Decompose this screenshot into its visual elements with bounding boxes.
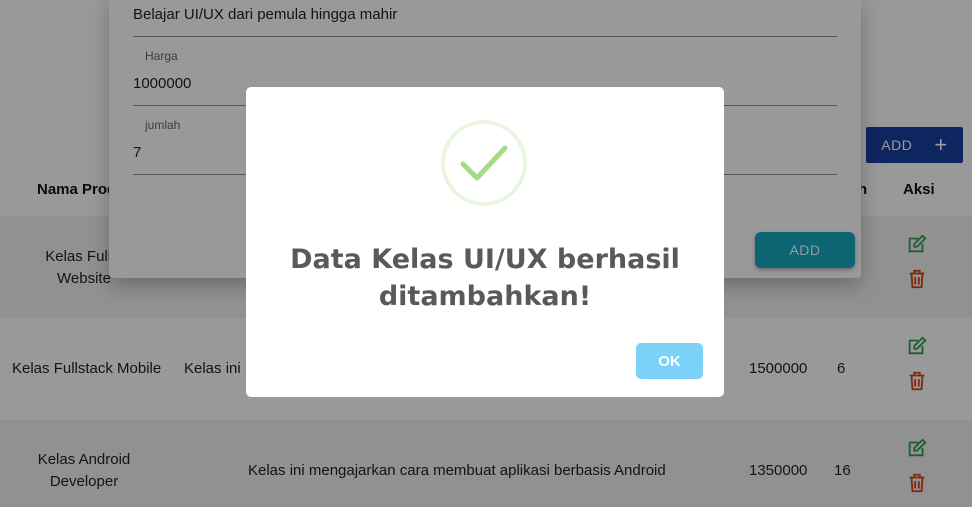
success-alert: Data Kelas UI/UX berhasil ditambahkan! O…: [246, 87, 724, 397]
ok-button[interactable]: OK: [636, 343, 703, 379]
alert-title: Data Kelas UI/UX berhasil ditambahkan!: [290, 244, 680, 312]
success-check-icon: [441, 120, 527, 206]
